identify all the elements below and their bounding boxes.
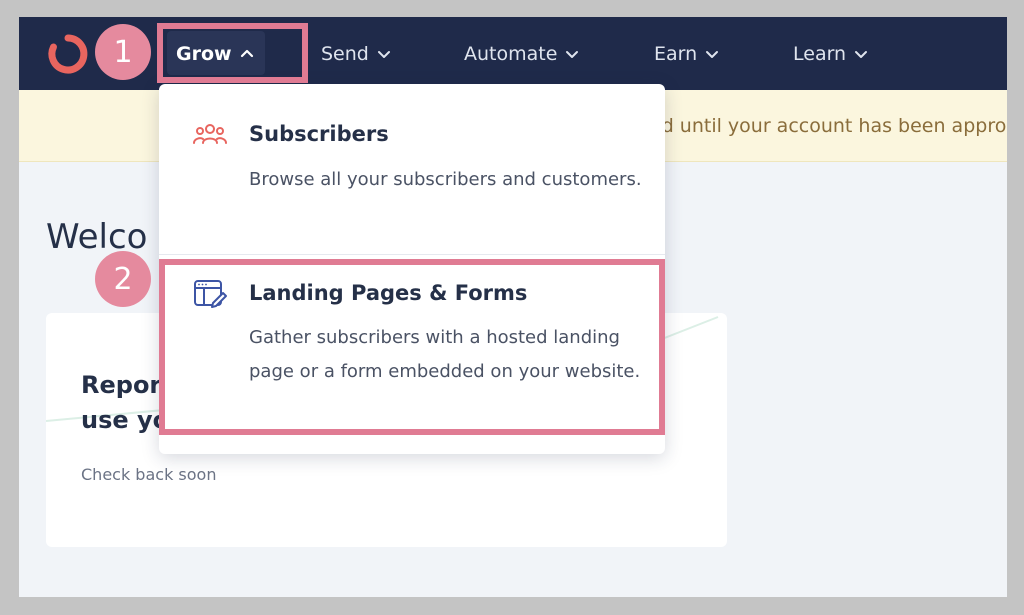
card-subtitle: Check back soon [81, 465, 217, 484]
highlight-box-grow [157, 23, 308, 83]
chevron-down-icon [566, 50, 579, 58]
page-title: Welco [46, 217, 148, 257]
nav-item-label: Learn [793, 42, 847, 65]
nav-item-label: Automate [464, 42, 558, 65]
highlight-box-landing-pages [159, 259, 665, 435]
nav-item-label: Send [321, 42, 369, 65]
nav-item-label: Earn [654, 42, 698, 65]
menu-item-title: Subscribers [249, 122, 389, 146]
users-icon [193, 124, 227, 144]
menu-item-subscribers[interactable]: Subscribers Browse all your subscribers … [159, 84, 665, 254]
chevron-down-icon [706, 50, 719, 58]
menu-item-description: Browse all your subscribers and customer… [249, 169, 642, 190]
nav-item-learn[interactable]: Learn [793, 17, 868, 90]
nav-item-earn[interactable]: Earn [654, 17, 719, 90]
brand-logo-icon[interactable] [43, 29, 93, 79]
nav-item-send[interactable]: Send [321, 17, 391, 90]
banner-text: ed until your account has been appro [650, 115, 1007, 137]
chevron-down-icon [377, 50, 390, 58]
step-badge-1: 1 [95, 24, 151, 80]
chevron-down-icon [855, 50, 868, 58]
nav-item-automate[interactable]: Automate [464, 17, 579, 90]
step-badge-2: 2 [95, 251, 151, 307]
